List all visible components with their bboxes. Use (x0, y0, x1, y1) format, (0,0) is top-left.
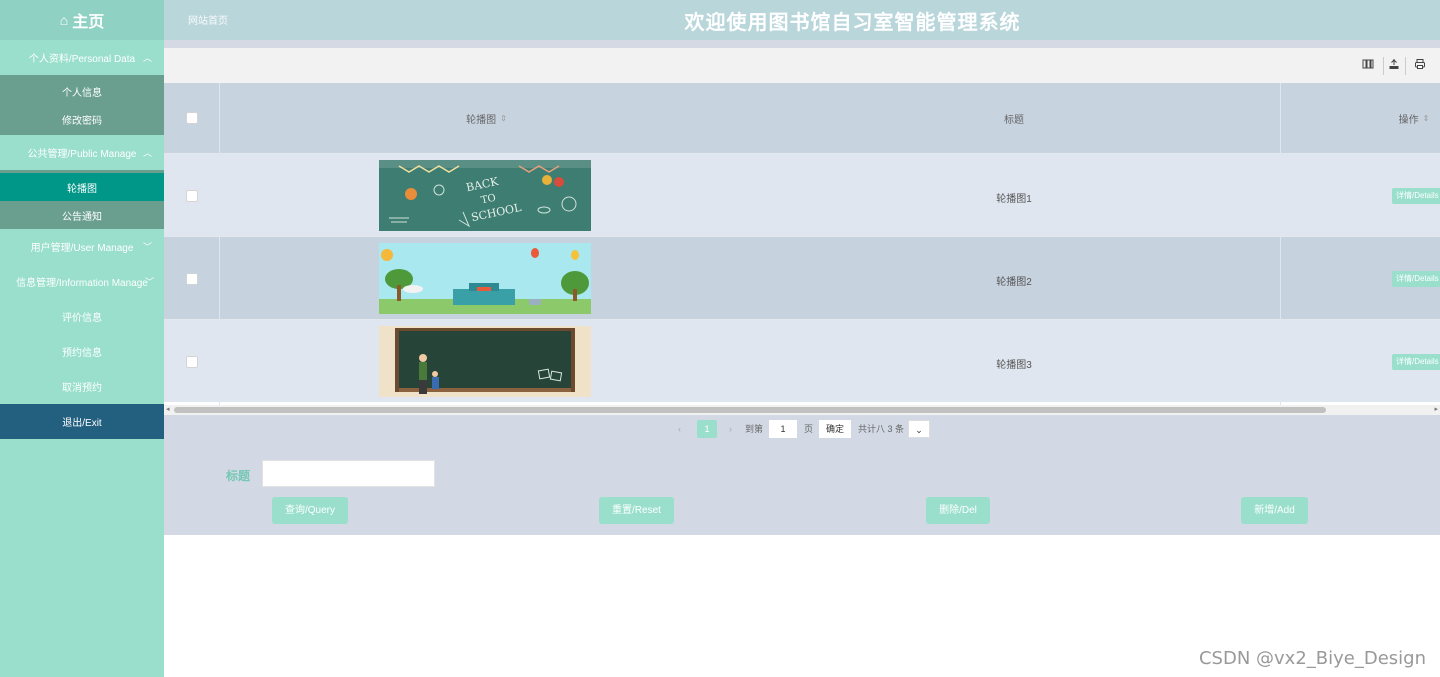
top-strip (164, 40, 1440, 48)
table-row: BACK TO SCHOOL 轮播图1 详情/Details (164, 153, 1440, 236)
title-label: 标题 (226, 469, 251, 483)
column-header-image[interactable]: 轮播图 ⇕ (404, 83, 569, 153)
scroll-right-icon[interactable]: ▸ (1434, 405, 1438, 413)
toolbar-divider (1405, 57, 1406, 75)
sidebar-item-cancel-reservation[interactable]: 取消预约 (0, 369, 164, 404)
sidebar-menu: 个人资料/Personal Data ︿ 个人信息 修改密码 公共管理/Publ… (0, 40, 164, 677)
add-button[interactable]: 新增/Add (1241, 497, 1308, 524)
table-row: 轮播图2 详情/Details (164, 236, 1440, 319)
export-icon[interactable] (1386, 58, 1402, 74)
column-header-action[interactable]: 操作 ⇕ (1384, 83, 1440, 153)
select-all-checkbox[interactable] (186, 112, 198, 124)
menu-group-public[interactable]: 公共管理/Public Manage ︿ (0, 135, 164, 170)
reset-button[interactable]: 重置/Reset (599, 497, 674, 524)
prev-page-button[interactable]: ‹ (678, 420, 681, 438)
sidebar-item-reservations[interactable]: 预约信息 (0, 334, 164, 369)
sidebar-item-personal-info[interactable]: 个人信息 (0, 77, 164, 105)
chevron-up-icon: ︿ (142, 148, 152, 158)
column-divider (1280, 83, 1281, 405)
site-home-link[interactable]: 网站首页 (188, 12, 228, 27)
details-button[interactable]: 详情/Details (1392, 271, 1440, 287)
column-label: 操作 (1398, 114, 1419, 126)
chevron-up-icon: ︿ (142, 53, 152, 63)
home-icon: ⌂ (59, 12, 69, 28)
total-count: 共计八 3 条 (858, 424, 905, 434)
columns-icon[interactable] (1360, 58, 1376, 74)
table-header: 轮播图 ⇕ 标题 操作 ⇕ (164, 83, 1440, 153)
row-title: 轮播图3 (996, 360, 1032, 371)
main-content: 轮播图 ⇕ 标题 操作 ⇕ BACK TO SCHOOL 轮播图1 详情/Det… (164, 40, 1440, 677)
row-title: 轮播图1 (996, 194, 1032, 205)
brand-label: 主页 (72, 14, 105, 31)
toolbar-divider (1383, 57, 1384, 75)
menu-group-information[interactable]: 信息管理/Information Manage ﹀ (0, 264, 164, 299)
chevron-down-icon: ﹀ (144, 277, 154, 287)
menu-group-label: 信息管理/Information Manage (16, 278, 148, 289)
submenu-personal: 个人信息 修改密码 (0, 75, 164, 135)
watermark-text: CSDN @vx2_Biye_Design (1198, 648, 1426, 669)
sidebar-item-carousel[interactable]: 轮播图 (0, 173, 164, 201)
sidebar-item-change-password[interactable]: 修改密码 (0, 105, 164, 133)
top-header: ⌂ 主页 网站首页 欢迎使用图书馆自习室智能管理系统 (0, 0, 1440, 40)
column-header-title: 标题 (984, 83, 1044, 153)
details-button[interactable]: 详情/Details (1392, 354, 1440, 370)
search-panel: 标题 查询/Query 重置/Reset 删除/Del 新增/Add (164, 443, 1440, 535)
row-checkbox[interactable] (186, 273, 198, 285)
goto-confirm-button[interactable]: 确定 (819, 420, 851, 438)
next-page-button[interactable]: › (729, 420, 732, 438)
carousel-thumbnail-1: BACK TO SCHOOL (379, 160, 591, 231)
print-icon[interactable] (1412, 58, 1428, 74)
delete-button[interactable]: 删除/Del (926, 497, 990, 524)
scroll-left-icon[interactable]: ◂ (166, 405, 170, 413)
sidebar-item-reviews[interactable]: 评价信息 (0, 299, 164, 334)
submenu-public: 轮播图 公告通知 (0, 170, 164, 229)
menu-group-personal[interactable]: 个人资料/Personal Data ︿ (0, 40, 164, 75)
scrollbar-thumb[interactable] (174, 407, 1326, 413)
column-label: 标题 (1004, 114, 1024, 126)
query-button[interactable]: 查询/Query (272, 497, 348, 524)
table-row: 轮播图3 详情/Details (164, 319, 1440, 402)
row-checkbox[interactable] (186, 356, 198, 368)
horizontal-scrollbar[interactable]: ◂ ▸ (164, 405, 1440, 415)
system-title: 欢迎使用图书馆自习室智能管理系统 (684, 12, 1021, 34)
row-checkbox[interactable] (186, 190, 198, 202)
sidebar-item-announcements[interactable]: 公告通知 (0, 201, 164, 229)
page-number[interactable]: 1 (697, 420, 717, 438)
table-toolbar (164, 48, 1440, 83)
exit-button[interactable]: 退出/Exit (0, 404, 164, 439)
menu-group-label: 用户管理/User Manage (30, 243, 134, 254)
sort-icon[interactable]: ⇕ (1423, 114, 1430, 123)
carousel-thumbnail-2 (379, 243, 591, 314)
chevron-down-icon: ﹀ (142, 242, 152, 252)
page-size-select[interactable]: ⌄ (908, 420, 930, 438)
details-button[interactable]: 详情/Details (1392, 188, 1440, 204)
menu-group-label: 个人资料/Personal Data (28, 54, 136, 65)
row-title: 轮播图2 (996, 277, 1032, 288)
column-divider (219, 83, 220, 405)
home-brand[interactable]: ⌂ 主页 (0, 0, 164, 40)
menu-group-label: 公共管理/Public Manage (27, 149, 137, 160)
data-table: 轮播图 ⇕ 标题 操作 ⇕ BACK TO SCHOOL 轮播图1 详情/Det… (164, 83, 1440, 405)
pagination: ‹ 1 › 到第 1 页 确定 共计八 3 条 ⌄ (164, 415, 1440, 443)
menu-group-user[interactable]: 用户管理/User Manage ﹀ (0, 229, 164, 264)
carousel-thumbnail-3 (379, 326, 591, 397)
page-unit-label: 页 (804, 424, 814, 434)
sort-icon[interactable]: ⇕ (500, 114, 507, 123)
goto-label: 到第 (745, 424, 764, 434)
goto-page-input[interactable]: 1 (769, 420, 797, 438)
column-label: 轮播图 (466, 114, 497, 126)
title-search-input[interactable] (262, 460, 435, 487)
